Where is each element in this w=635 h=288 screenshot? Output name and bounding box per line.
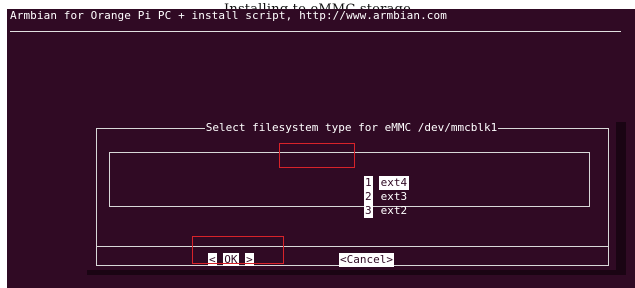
ok-label: OK [223, 253, 239, 266]
item-label: ext2 [380, 204, 408, 217]
terminal-window: Armbian for Orange Pi PC + install scrip… [7, 9, 635, 288]
item-tag: 3 [363, 204, 373, 218]
dialog-title: Select filesystem type for eMMC /dev/mmc… [204, 121, 499, 134]
dialog-title-row: Select filesystem type for eMMC /dev/mmc… [87, 121, 616, 134]
filesystem-list: 1 ext4 2 ext3 3 ext2 [109, 152, 590, 218]
backtitle: Armbian for Orange Pi PC + install scrip… [10, 9, 447, 22]
cancel-button[interactable]: <Cancel> [339, 253, 394, 267]
backtitle-rule [10, 31, 621, 32]
filesystem-dialog: Select filesystem type for eMMC /dev/mmc… [87, 121, 616, 270]
list-item-ext2[interactable]: 3 ext2 [311, 190, 409, 232]
button-separator [96, 246, 609, 247]
ok-right-bracket: > [245, 253, 254, 266]
ok-left-bracket: < [208, 253, 217, 266]
ok-button[interactable]: < OK > [208, 253, 254, 267]
